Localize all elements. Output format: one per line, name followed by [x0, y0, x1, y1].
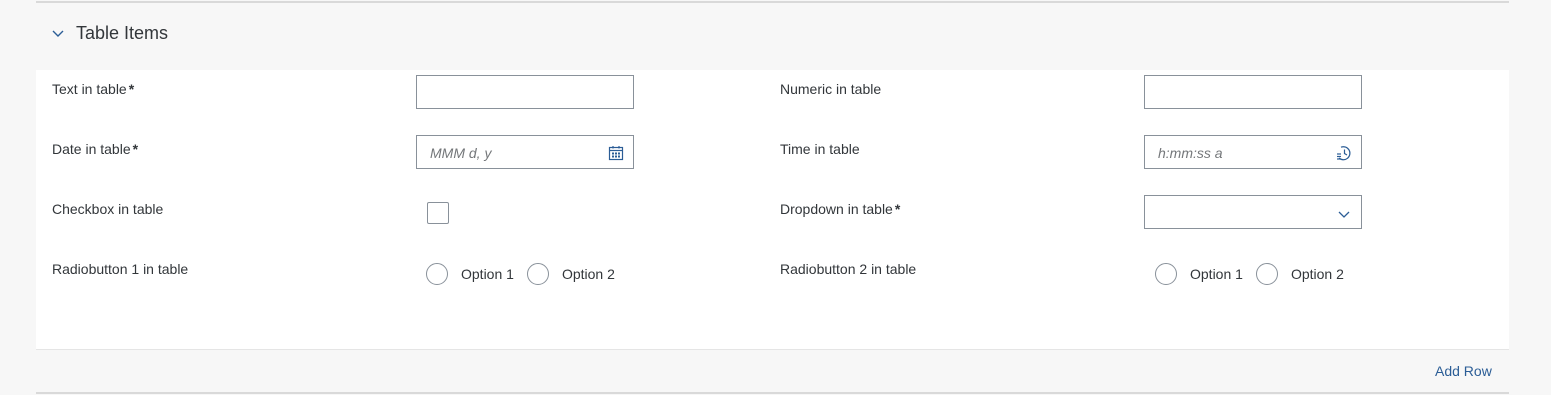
section-title: Table Items	[76, 22, 169, 43]
numeric-in-table-input[interactable]	[1144, 75, 1362, 109]
radiobutton-2-in-table-label: Radiobutton 2 in table	[780, 261, 917, 277]
radio-1-option-1[interactable]	[426, 263, 448, 285]
required-marker: *	[132, 141, 139, 157]
time-in-table-label: Time in table	[780, 141, 860, 157]
dropdown-in-table-label-text: Dropdown in table	[780, 201, 893, 217]
checkbox-in-table-label: Checkbox in table	[52, 201, 164, 217]
radiobutton-1-group: Option 1 Option 2	[426, 263, 628, 285]
radio-1-option-2-label[interactable]: Option 2	[562, 266, 615, 282]
time-icon[interactable]	[1336, 145, 1352, 161]
section-top-divider	[36, 1, 1509, 3]
table-items-panel: Text in table * Numeric in table Date in …	[36, 70, 1509, 350]
time-in-table-picker[interactable]: h:mm:ss a	[1144, 135, 1362, 169]
radio-2-option-1-label[interactable]: Option 1	[1190, 266, 1243, 282]
add-row-button[interactable]: Add Row	[1435, 363, 1492, 379]
radio-1-option-2[interactable]	[526, 263, 549, 285]
required-marker: *	[894, 201, 901, 217]
radio-2-option-1[interactable]	[1155, 263, 1177, 285]
required-marker: *	[128, 81, 135, 97]
time-placeholder: h:mm:ss a	[1158, 145, 1223, 161]
section-bottom-divider	[36, 392, 1509, 394]
radio-2-option-2[interactable]	[1255, 263, 1278, 285]
dropdown-in-table-label: Dropdown in table *	[780, 201, 900, 217]
date-placeholder: MMM d, y	[430, 145, 492, 161]
radiobutton-1-in-table-label: Radiobutton 1 in table	[52, 261, 189, 277]
radio-2-option-2-label[interactable]: Option 2	[1291, 266, 1344, 282]
checkbox-in-table[interactable]	[427, 202, 449, 224]
radio-1-option-1-label[interactable]: Option 1	[461, 266, 514, 282]
text-in-table-label: Text in table *	[52, 81, 134, 97]
text-in-table-input[interactable]	[416, 75, 634, 109]
date-in-table-label-text: Date in table	[52, 141, 131, 157]
section-header[interactable]: Table Items	[36, 14, 636, 52]
date-in-table-picker[interactable]: MMM d, y	[416, 135, 634, 169]
radiobutton-2-group: Option 1 Option 2	[1155, 263, 1357, 285]
numeric-in-table-label: Numeric in table	[780, 81, 882, 97]
dropdown-chevron-icon[interactable]	[1336, 206, 1352, 222]
calendar-icon[interactable]	[608, 145, 624, 161]
date-in-table-label: Date in table *	[52, 141, 138, 157]
text-in-table-label-text: Text in table	[52, 81, 127, 97]
chevron-down-icon[interactable]	[51, 26, 65, 40]
dropdown-in-table-select[interactable]	[1144, 195, 1362, 229]
